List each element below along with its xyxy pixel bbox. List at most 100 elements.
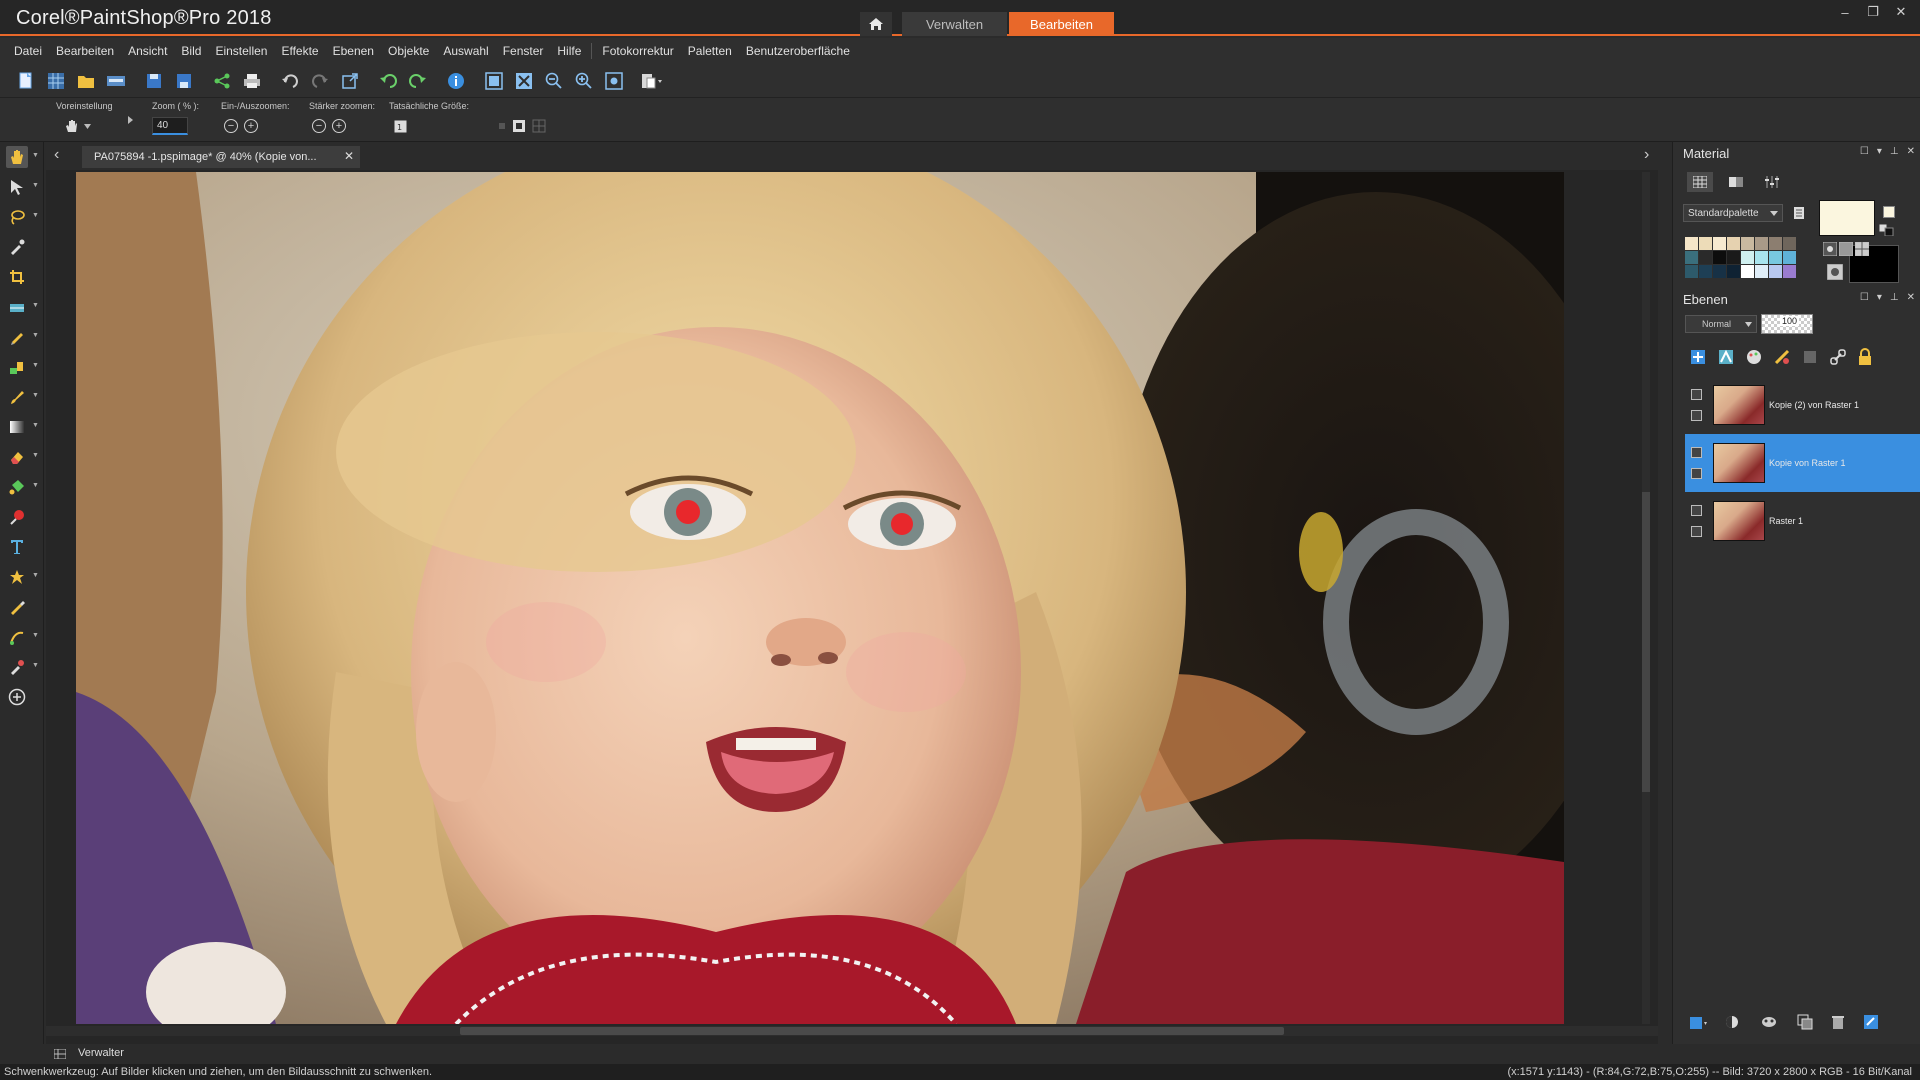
tool-crop[interactable] (0, 262, 44, 292)
undo-button[interactable] (278, 69, 302, 93)
tab-verwalten[interactable]: Verwalten (902, 12, 1007, 36)
lock-layer-icon[interactable] (1857, 348, 1873, 366)
zoom-in-button[interactable] (572, 69, 596, 93)
menu-bearbeiten[interactable]: Bearbeiten (56, 44, 114, 58)
menu-paletten[interactable]: Paletten (688, 44, 732, 58)
menu-bild[interactable]: Bild (181, 44, 201, 58)
tool-color-changer[interactable]: ▼ (0, 652, 44, 682)
color-swatch[interactable] (1769, 251, 1782, 264)
tool-lasso[interactable]: ▼ (0, 202, 44, 232)
blend-ranges-icon[interactable] (1725, 1014, 1743, 1030)
close-document-icon[interactable]: ✕ (344, 149, 354, 163)
color-swatch[interactable] (1755, 265, 1768, 278)
menu-fenster[interactable]: Fenster (503, 44, 544, 58)
horizontal-scroll-thumb[interactable] (460, 1027, 1284, 1035)
new-file-button[interactable] (14, 69, 38, 93)
tool-text[interactable] (0, 532, 44, 562)
layer-properties-icon[interactable] (1863, 1014, 1879, 1030)
undo-history-button[interactable] (376, 69, 400, 93)
color-swatch[interactable] (1699, 251, 1712, 264)
layer-row-raster-1[interactable]: Raster 1 (1685, 492, 1920, 550)
share-button[interactable] (210, 69, 234, 93)
minimize-button[interactable]: – (1834, 2, 1856, 22)
tool-pen[interactable] (0, 592, 44, 622)
tool-clone[interactable]: ▼ (0, 322, 44, 352)
vertical-scroll-thumb[interactable] (1642, 492, 1650, 792)
panel-pin-icon[interactable]: ⊥ (1890, 146, 1899, 157)
opacity-slider[interactable]: 100 (1761, 314, 1813, 334)
color-swatch[interactable] (1755, 251, 1768, 264)
tool-fill[interactable]: ▼ (0, 472, 44, 502)
image-canvas[interactable] (76, 172, 1564, 1024)
restore-button[interactable]: ❐ (1862, 2, 1884, 22)
tool-eraser[interactable]: ▼ (0, 442, 44, 472)
color-swatch[interactable] (1741, 237, 1754, 250)
tool-straighten[interactable]: ▼ (0, 292, 44, 322)
palette-select[interactable]: Standardpalette (1683, 204, 1783, 222)
menu-benutzeroberflaeche[interactable]: Benutzeroberfläche (746, 44, 850, 58)
pattern-style-icon[interactable] (1855, 242, 1869, 256)
tool-preset-shape[interactable]: ▼ (0, 562, 44, 592)
panel-options-icon[interactable]: ☐ (1860, 146, 1869, 157)
gradient-view-tab[interactable] (1723, 172, 1749, 192)
swatch-view-tab[interactable] (1687, 172, 1713, 192)
home-button[interactable] (860, 12, 892, 36)
panel-menu-icon[interactable]: ▾ (1877, 146, 1882, 157)
link-layer-icon[interactable] (1829, 348, 1847, 366)
menu-hilfe[interactable]: Hilfe (557, 44, 581, 58)
tab-scroll-right-icon[interactable]: › (1644, 146, 1649, 164)
tool-gradient[interactable]: ▼ (0, 412, 44, 442)
zoom-in-circle-button[interactable]: + (244, 119, 258, 133)
actual-size-control[interactable]: 1 (394, 116, 407, 136)
delete-layer-icon[interactable] (1831, 1014, 1845, 1030)
color-swatch[interactable] (1783, 237, 1796, 250)
menu-ansicht[interactable]: Ansicht (128, 44, 167, 58)
color-swatch[interactable] (1727, 251, 1740, 264)
grid-toggle-icon[interactable] (512, 119, 526, 133)
redo-history-button[interactable] (406, 69, 430, 93)
color-swatch[interactable] (1699, 237, 1712, 250)
scan-button[interactable] (104, 69, 128, 93)
layer-lock-toggle[interactable] (1690, 410, 1702, 421)
zoom-more-out-button[interactable]: − (312, 119, 326, 133)
color-swatch[interactable] (1769, 237, 1782, 250)
zoom-out-button[interactable] (542, 69, 566, 93)
color-swatch[interactable] (1713, 251, 1726, 264)
tool-paint-brush[interactable]: ▼ (0, 382, 44, 412)
color-swatch[interactable] (1713, 265, 1726, 278)
paste-button[interactable] (640, 69, 664, 93)
duplicate-layer-icon[interactable] (1797, 1014, 1813, 1030)
save-button[interactable] (142, 69, 166, 93)
color-swatch[interactable] (1713, 237, 1726, 250)
save-as-button[interactable] (172, 69, 196, 93)
layer-lock-toggle[interactable] (1690, 468, 1702, 479)
zoom-more-in-button[interactable]: + (332, 119, 346, 133)
layer-visibility-toggle[interactable] (1690, 505, 1702, 516)
organizer-strip[interactable]: Verwalter (46, 1044, 1658, 1064)
blend-mode-select[interactable]: Normal (1685, 315, 1757, 333)
color-swatch[interactable] (1741, 251, 1754, 264)
tool-pick[interactable]: ▼ (0, 172, 44, 202)
print-button[interactable] (240, 69, 264, 93)
transparent-icon[interactable] (1827, 264, 1843, 280)
layer-lock-toggle[interactable] (1690, 526, 1702, 537)
tool-red-eye[interactable] (0, 502, 44, 532)
color-swatch[interactable] (1755, 237, 1768, 250)
grid-icon[interactable] (532, 119, 546, 133)
tool-dropper[interactable] (0, 232, 44, 262)
tool-retouch[interactable]: ▼ (0, 622, 44, 652)
color-swatch[interactable] (1741, 265, 1754, 278)
new-vector-layer-icon[interactable] (1717, 348, 1735, 366)
new-raster-layer-icon[interactable] (1689, 348, 1707, 366)
swap-colors-icon[interactable] (1879, 224, 1895, 236)
layers-close-icon[interactable]: ✕ (1907, 292, 1915, 303)
mask-icon[interactable] (1761, 1014, 1779, 1030)
panel-close-icon[interactable]: ✕ (1907, 146, 1915, 157)
menu-objekte[interactable]: Objekte (388, 44, 429, 58)
open-button[interactable] (74, 69, 98, 93)
color-swatch[interactable] (1685, 237, 1698, 250)
preset-dropdown[interactable] (64, 116, 91, 136)
layer-visibility-toggle[interactable] (1690, 389, 1702, 400)
mask-layer-icon[interactable] (1801, 348, 1819, 366)
tab-scroll-left-icon[interactable]: ‹ (54, 146, 59, 164)
